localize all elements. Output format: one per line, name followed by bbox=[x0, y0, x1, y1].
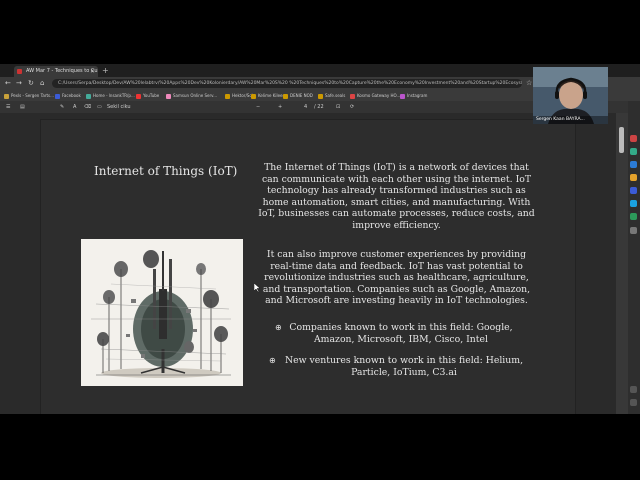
iot-tree-drawing bbox=[91, 250, 231, 378]
presenter-name: Sergen Kaan BAYRA... bbox=[533, 116, 608, 124]
slide-title: Internet of Things (IoT) bbox=[94, 164, 238, 178]
webcam-overlay: Sergen Kaan BAYRA... bbox=[533, 67, 608, 124]
reload-icon[interactable]: ↻ bbox=[28, 79, 34, 88]
vertical-scrollbar[interactable] bbox=[616, 113, 628, 414]
bookmark-item[interactable]: Hektor/Sci bbox=[225, 91, 253, 100]
scrollbar-thumb[interactable] bbox=[619, 127, 624, 153]
close-icon[interactable]: ✕ bbox=[90, 66, 95, 77]
bookmark-item[interactable]: YouTube bbox=[136, 91, 159, 100]
erase-icon[interactable]: ⌫ bbox=[84, 102, 91, 112]
iot-illustration bbox=[81, 239, 243, 386]
forward-icon[interactable]: → bbox=[16, 79, 22, 88]
bookmark-item[interactable]: Kelime Kileen bbox=[251, 91, 285, 100]
layout-icon[interactable] bbox=[630, 386, 637, 393]
bookmark-item[interactable]: DENIE NOD bbox=[283, 91, 313, 100]
outline-icon[interactable]: ▤ bbox=[20, 102, 25, 112]
zoom-out-icon[interactable]: − bbox=[256, 102, 260, 112]
draw-icon[interactable]: ✎ bbox=[60, 102, 64, 112]
slide-paragraph-1: The Internet of Things (IoT) is a networ… bbox=[258, 162, 535, 231]
slide-bullet-1: Companies known to work in this field: G… bbox=[289, 322, 513, 345]
home-icon[interactable]: ⌂ bbox=[40, 79, 44, 88]
browser-sidebar bbox=[628, 101, 640, 414]
bookmark-item[interactable]: Samsun Online Serv... bbox=[166, 91, 217, 100]
url-input[interactable]: C:/Users/Serpa/Desktop/Dev/AW%20lelabtrv… bbox=[52, 79, 522, 88]
text-icon[interactable]: A bbox=[73, 102, 76, 112]
slide-paragraph-2: It can also improve customer experiences… bbox=[262, 249, 531, 307]
read-aloud-icon[interactable]: ▭ bbox=[97, 102, 102, 112]
sidebar-app-icon[interactable] bbox=[630, 174, 637, 181]
star-icon[interactable]: ☆ bbox=[526, 79, 532, 88]
bookmark-item[interactable]: Instagram bbox=[400, 91, 427, 100]
sidebar-app-icon[interactable] bbox=[630, 148, 637, 155]
sidebar-app-icon[interactable] bbox=[630, 161, 637, 168]
bullet-icon: ⊕ bbox=[269, 356, 276, 365]
bookmark-item[interactable]: Pexls - Sergen Tarts... bbox=[4, 91, 54, 100]
tab-active[interactable]: AW Mar 7 - Techniques to Cu ✕ bbox=[14, 66, 98, 77]
pdf-label: Sekil ciku bbox=[107, 104, 131, 110]
sidebar-app-icon[interactable] bbox=[630, 200, 637, 207]
add-icon[interactable] bbox=[630, 227, 637, 234]
slide-bullet-2: New ventures known to work in this field… bbox=[284, 355, 524, 378]
sidebar-app-icon[interactable] bbox=[630, 187, 637, 194]
bookmark-item[interactable]: Home - lnsankTR/p... bbox=[86, 91, 135, 100]
menu-icon[interactable]: ☰ bbox=[6, 102, 10, 112]
tab-title: AW Mar 7 - Techniques to Cu bbox=[26, 68, 98, 74]
pdf-viewer[interactable]: Internet of Things (IoT) The Internet of… bbox=[0, 113, 616, 414]
bookmark-item[interactable]: Safe.seals bbox=[318, 91, 345, 100]
sidebar-app-icon[interactable] bbox=[630, 135, 637, 142]
slide-page: Internet of Things (IoT) The Internet of… bbox=[41, 120, 575, 414]
new-tab-icon[interactable]: + bbox=[102, 66, 109, 76]
rotate-icon[interactable]: ⟳ bbox=[350, 102, 354, 112]
sidebar-app-icon[interactable] bbox=[630, 213, 637, 220]
back-icon[interactable]: ← bbox=[5, 79, 11, 88]
bookmark-item[interactable]: Facebook bbox=[55, 91, 81, 100]
fit-icon[interactable]: ⊡ bbox=[336, 102, 340, 112]
page-input[interactable]: 4 bbox=[304, 102, 307, 112]
settings-icon[interactable] bbox=[630, 399, 637, 406]
pdf-icon bbox=[17, 69, 22, 74]
mouse-cursor-icon bbox=[254, 283, 261, 293]
bookmark-item[interactable]: Kosmo Gateway HO... bbox=[350, 91, 400, 100]
zoom-in-icon[interactable]: + bbox=[278, 102, 282, 112]
page-indicator: / 22 bbox=[314, 104, 324, 110]
